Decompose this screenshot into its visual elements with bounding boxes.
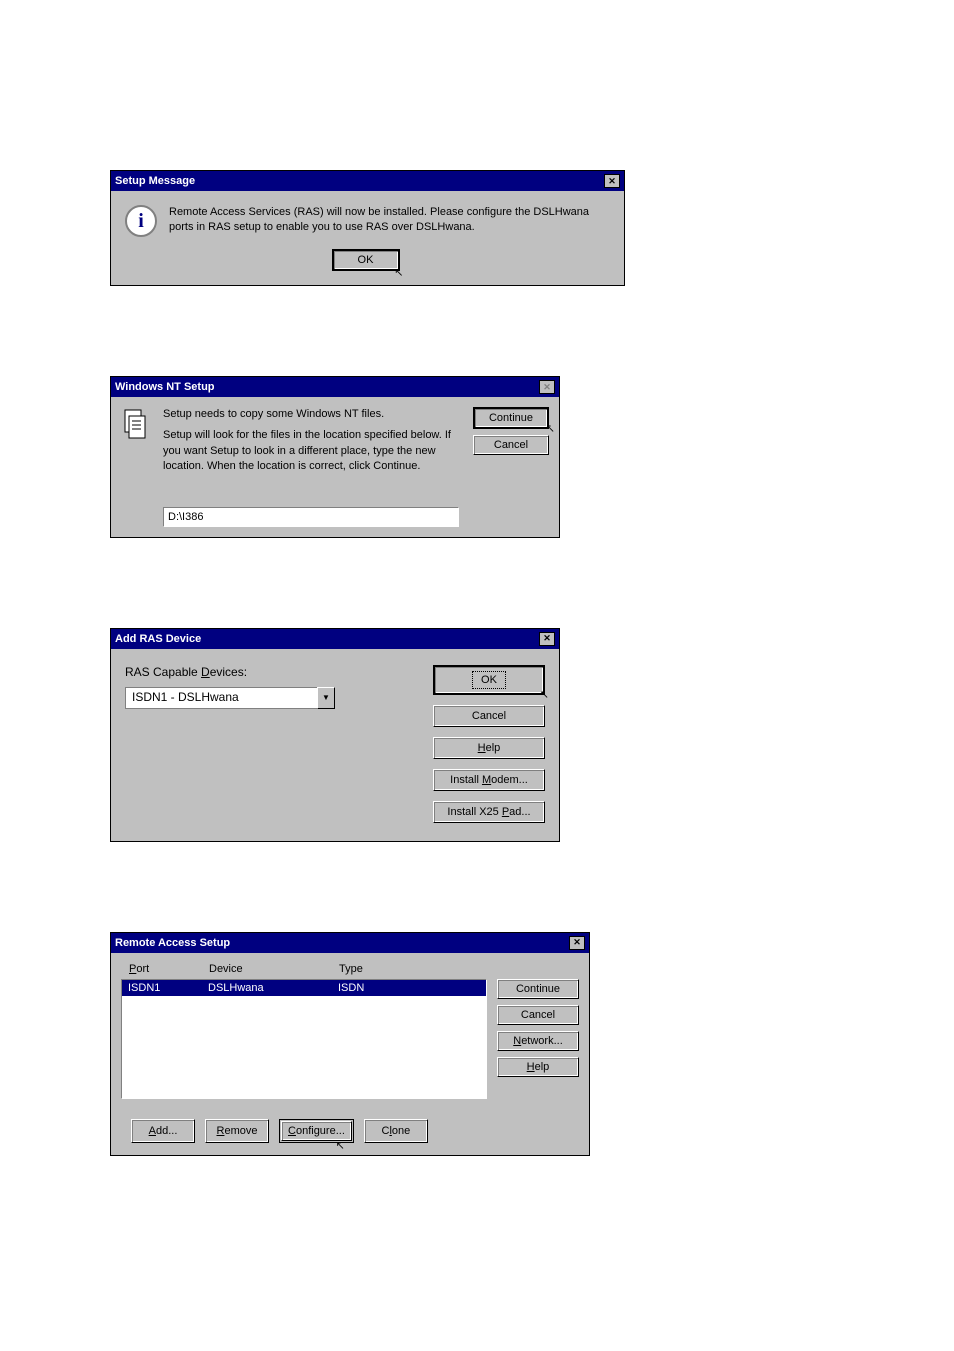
help-button[interactable]: Help: [497, 1057, 579, 1077]
col-device-header: Device: [209, 963, 339, 975]
dialog-title: Windows NT Setup: [115, 381, 539, 393]
devices-combobox[interactable]: ISDN1 - DSLHwana ▼: [125, 687, 335, 709]
remove-button[interactable]: Remove: [205, 1119, 269, 1143]
col-port-header: Port: [129, 963, 209, 975]
network-button[interactable]: Network...: [497, 1031, 579, 1051]
chevron-down-icon[interactable]: ▼: [317, 687, 335, 709]
help-button[interactable]: Help: [433, 737, 545, 759]
setup-icon: [121, 407, 153, 439]
cancel-button[interactable]: Cancel: [473, 435, 549, 455]
devices-selected: ISDN1 - DSLHwana: [125, 687, 317, 709]
titlebar: Windows NT Setup ✕: [111, 377, 559, 397]
row-port: ISDN1: [128, 982, 208, 994]
continue-button[interactable]: Continue: [497, 979, 579, 999]
message-line-1: Setup needs to copy some Windows NT file…: [163, 407, 465, 422]
dialog-title: Setup Message: [115, 175, 604, 187]
remote-access-setup-dialog: Remote Access Setup ✕ Port Device Type I…: [110, 932, 590, 1156]
continue-button[interactable]: Continue ↖: [473, 407, 549, 429]
devices-label: RAS Capable Devices:: [125, 665, 419, 679]
add-ras-device-dialog: Add RAS Device ✕ RAS Capable Devices: IS…: [110, 628, 560, 842]
list-headers: Port Device Type: [121, 961, 487, 977]
close-icon[interactable]: ✕: [604, 174, 620, 188]
col-type-header: Type: [339, 963, 479, 975]
device-listbox[interactable]: ISDN1 DSLHwana ISDN: [121, 979, 487, 1099]
close-icon[interactable]: ✕: [539, 380, 555, 394]
install-modem-button[interactable]: Install Modem...: [433, 769, 545, 791]
cancel-button[interactable]: Cancel: [433, 705, 545, 727]
info-icon: i: [125, 205, 157, 237]
dialog-body: Setup needs to copy some Windows NT file…: [111, 397, 559, 537]
ok-button[interactable]: OK ↖: [433, 665, 545, 695]
titlebar: Remote Access Setup ✕: [111, 933, 589, 953]
message-line-2: Setup will look for the files in the loc…: [163, 428, 465, 474]
dialog-body: i Remote Access Services (RAS) will now …: [111, 191, 624, 285]
list-item[interactable]: ISDN1 DSLHwana ISDN: [122, 980, 486, 996]
path-input[interactable]: [163, 507, 459, 527]
row-device: DSLHwana: [208, 982, 338, 994]
cancel-button[interactable]: Cancel: [497, 1005, 579, 1025]
clone-button[interactable]: Clone: [364, 1119, 428, 1143]
install-x25-pad-button[interactable]: Install X25 Pad...: [433, 801, 545, 823]
add-button[interactable]: Add...: [131, 1119, 195, 1143]
setup-message-dialog: Setup Message ✕ i Remote Access Services…: [110, 170, 625, 286]
dialog-title: Add RAS Device: [115, 633, 539, 645]
close-icon[interactable]: ✕: [569, 936, 585, 950]
configure-button[interactable]: Configure...: [281, 1121, 352, 1141]
close-icon[interactable]: ✕: [539, 632, 555, 646]
dialog-body: RAS Capable Devices: ISDN1 - DSLHwana ▼ …: [111, 649, 559, 841]
row-type: ISDN: [338, 982, 480, 994]
titlebar: Add RAS Device ✕: [111, 629, 559, 649]
message-text: Remote Access Services (RAS) will now be…: [169, 205, 606, 236]
windows-nt-setup-dialog: Windows NT Setup ✕ Setup needs to copy s…: [110, 376, 560, 538]
dialog-title: Remote Access Setup: [115, 937, 569, 949]
ok-button[interactable]: OK ↖: [332, 249, 400, 271]
titlebar: Setup Message ✕: [111, 171, 624, 191]
dialog-body: Port Device Type ISDN1 DSLHwana ISDN Con…: [111, 953, 589, 1155]
